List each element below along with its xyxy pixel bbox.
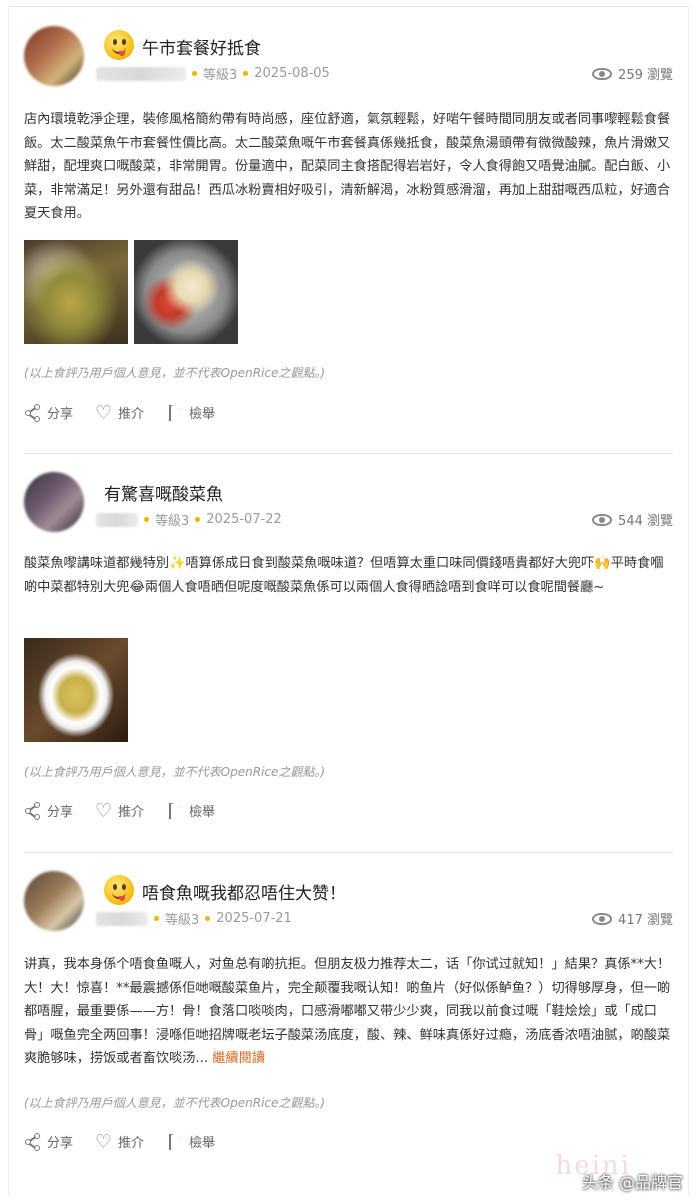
action-bar: 分享 ♡ 推介 檢舉	[24, 1132, 237, 1151]
level-dot	[144, 517, 149, 522]
date-dot	[195, 517, 201, 522]
disclaimer: (以上食評乃用戶個人意見，並不代表OpenRice之觀點。)	[24, 765, 326, 779]
action-bar: 分享 ♡ 推介 檢舉	[24, 801, 237, 820]
review-date: 2025-08-05	[254, 66, 330, 81]
user-level: 等級3	[165, 913, 200, 928]
disclaimer: (以上食評乃用戶個人意見，並不代表OpenRice之觀點。)	[24, 366, 326, 380]
username[interactable]	[96, 512, 138, 527]
report-label: 檢舉	[189, 1136, 216, 1151]
flag-icon	[166, 1133, 184, 1151]
review-photo[interactable]	[24, 240, 128, 344]
report-button[interactable]: 檢舉	[166, 1132, 215, 1151]
share-button[interactable]: 分享	[24, 403, 73, 422]
level-dot	[154, 916, 159, 921]
flag-icon	[166, 802, 184, 820]
review-body: 讲真，我本身係个唔食鱼嘅人，对鱼总有啲抗拒。但朋友极力推荐太二，话「你试过就知！…	[24, 953, 673, 1071]
divider	[24, 852, 673, 853]
review-card: 有驚喜嘅酸菜魚 等級3 2025-07-22 544 瀏覽 酸菜魚嚟講味道都幾特…	[24, 472, 673, 847]
view-count-label: 417 瀏覽	[618, 913, 673, 928]
review-card: 午市套餐好抵食 等級3 2025-08-05 259 瀏覽 店內環境乾淨企理，裝…	[24, 26, 673, 446]
review-photo[interactable]	[24, 638, 128, 742]
share-icon	[24, 801, 42, 820]
like-button[interactable]: ♡ 推介	[95, 403, 144, 422]
username[interactable]	[96, 911, 148, 926]
view-count-label: 544 瀏覽	[618, 514, 673, 529]
share-label: 分享	[47, 805, 74, 820]
yum-emoji-icon	[104, 875, 134, 905]
frame-right-border	[688, 6, 689, 1195]
date-dot	[243, 71, 249, 76]
date-dot	[205, 916, 211, 921]
yum-emoji-icon	[104, 30, 134, 60]
like-label: 推介	[118, 805, 145, 820]
share-button[interactable]: 分享	[24, 801, 73, 820]
like-button[interactable]: ♡ 推介	[95, 1132, 144, 1151]
user-level: 等級3	[155, 514, 190, 529]
level-dot	[192, 71, 197, 76]
flag-icon	[166, 404, 184, 422]
review-body: 酸菜魚嚟講味道都幾特別✨唔算係成日食到酸菜魚嘅味道？但唔算太重口味同價錢唔貴都好…	[24, 556, 664, 595]
report-button[interactable]: 檢舉	[166, 801, 215, 820]
report-button[interactable]: 檢舉	[166, 403, 215, 422]
eye-icon	[592, 912, 613, 925]
share-button[interactable]: 分享	[24, 1132, 73, 1151]
username[interactable]	[96, 66, 186, 81]
heart-icon: ♡	[95, 1130, 113, 1153]
share-icon	[24, 1132, 42, 1151]
review-title[interactable]: 唔食魚嘅我都忍唔住大赞！	[142, 879, 346, 904]
disclaimer: (以上食評乃用戶個人意見，並不代表OpenRice之觀點。)	[24, 1096, 326, 1110]
report-label: 檢舉	[189, 805, 216, 820]
review-meta: 等級3 2025-08-05	[96, 64, 330, 83]
review-card: 唔食魚嘅我都忍唔住大赞！ 等級3 2025-07-21 417 瀏覽 讲真，我本…	[24, 871, 673, 1161]
avatar[interactable]	[24, 26, 84, 86]
eye-icon	[592, 67, 613, 80]
watermark: 头条 @品牌官	[581, 1173, 683, 1192]
share-label: 分享	[47, 407, 74, 422]
review-date: 2025-07-22	[206, 512, 282, 527]
heart-icon: ♡	[95, 799, 113, 822]
review-meta: 等級3 2025-07-22	[96, 510, 282, 529]
share-label: 分享	[47, 1136, 74, 1151]
view-count: 544 瀏覽	[592, 510, 673, 529]
heart-icon: ♡	[95, 401, 113, 424]
user-level: 等級3	[203, 68, 238, 83]
view-count-label: 259 瀏覽	[618, 68, 673, 83]
eye-icon	[592, 513, 613, 526]
frame-left-border	[8, 6, 9, 1195]
view-count: 417 瀏覽	[592, 909, 673, 928]
action-bar: 分享 ♡ 推介 檢舉	[24, 403, 237, 422]
review-title[interactable]: 有驚喜嘅酸菜魚	[104, 480, 223, 505]
read-more-link[interactable]: 繼續閱讀	[212, 1051, 265, 1066]
divider	[24, 453, 673, 454]
review-body: 店內環境乾淨企理，裝修風格簡約帶有時尚感，座位舒適，氣氛輕鬆，好啱午餐時間同朋友…	[24, 112, 671, 221]
share-icon	[24, 403, 42, 422]
review-body-text: 讲真，我本身係个唔食鱼嘅人，对鱼总有啲抗拒。但朋友极力推荐太二，话「你试过就知！…	[24, 957, 671, 1066]
review-date: 2025-07-21	[216, 911, 292, 926]
review-photo[interactable]	[134, 240, 238, 344]
like-label: 推介	[118, 407, 145, 422]
avatar[interactable]	[24, 871, 84, 931]
frame-top-border	[8, 6, 689, 7]
review-meta: 等級3 2025-07-21	[96, 909, 292, 928]
like-label: 推介	[118, 1136, 145, 1151]
report-label: 檢舉	[189, 407, 216, 422]
view-count: 259 瀏覽	[592, 64, 673, 83]
avatar[interactable]	[24, 472, 84, 532]
like-button[interactable]: ♡ 推介	[95, 801, 144, 820]
review-title[interactable]: 午市套餐好抵食	[142, 34, 261, 59]
